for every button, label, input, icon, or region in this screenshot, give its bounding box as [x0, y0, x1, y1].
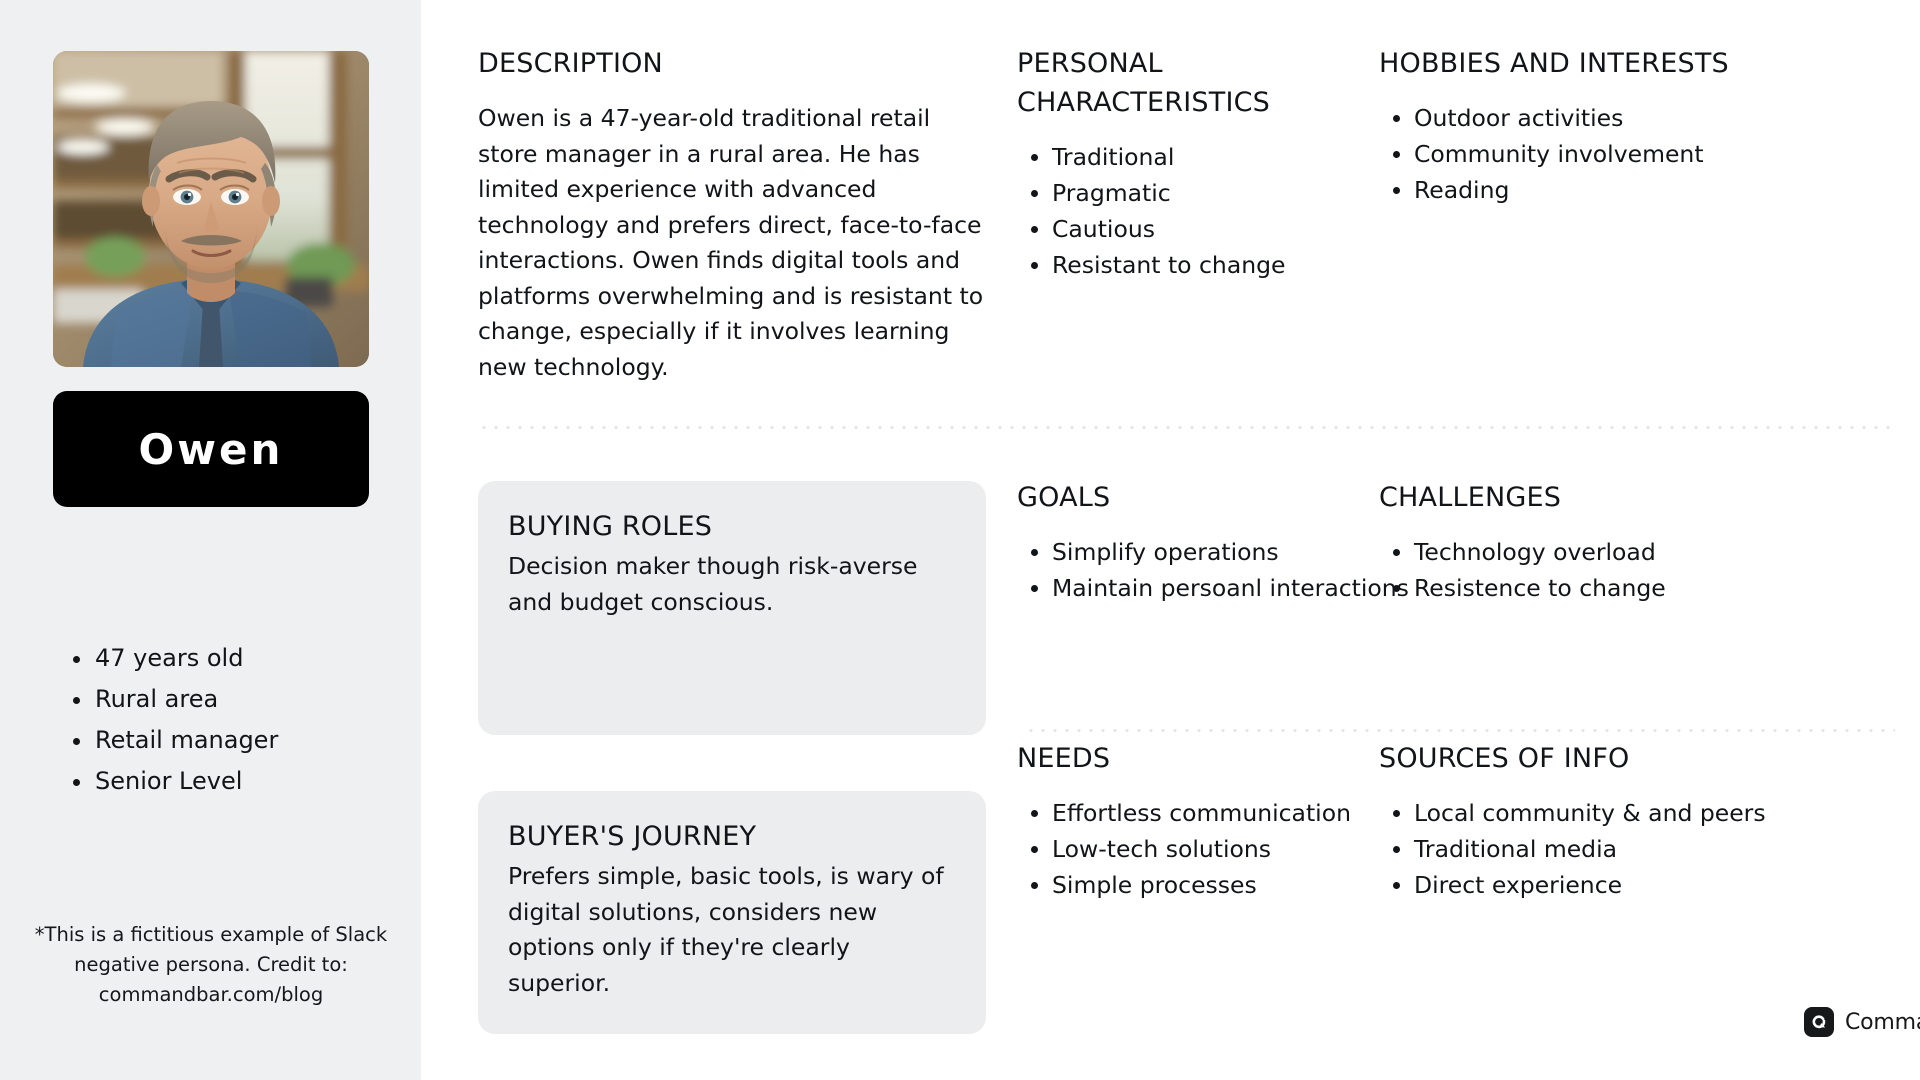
list-item: Senior Level	[62, 761, 392, 802]
section-title: BUYING ROLES	[508, 511, 713, 542]
section-title: HOBBIES AND INTERESTS	[1379, 48, 1729, 79]
list-item: Pragmatic	[1017, 175, 1407, 211]
list-item: Community involvement	[1379, 136, 1849, 172]
persona-infographic: Owen 47 years old Rural area Retail mana…	[0, 0, 1920, 1080]
persona-facts-list: 47 years old Rural area Retail manager S…	[62, 638, 392, 802]
sources-of-info-list: Local community & and peers Traditional …	[1379, 795, 1849, 903]
list-item: Outdoor activities	[1379, 100, 1849, 136]
section-needs: NEEDS Effortless communication Low-tech …	[1017, 739, 1437, 903]
list-item: Rural area	[62, 679, 392, 720]
list-item: Local community & and peers	[1379, 795, 1849, 831]
section-divider-top	[478, 426, 1895, 429]
section-sources-of-info: SOURCES OF INFO Local community & and pe…	[1379, 739, 1849, 903]
section-personal-characteristics: PERSONAL CHARACTERISTICS Traditional Pra…	[1017, 44, 1407, 283]
section-title: SOURCES OF INFO	[1379, 743, 1630, 774]
persona-name-card: Owen	[53, 391, 369, 507]
description-text: Owen is a 47-year-old traditional retail…	[478, 104, 984, 381]
section-challenges: CHALLENGES Technology overload Resistenc…	[1379, 478, 1829, 606]
persona-portrait-photo	[53, 51, 369, 367]
list-item: Traditional	[1017, 139, 1407, 175]
list-item: Traditional media	[1379, 831, 1849, 867]
commandbar-wordmark: CommandBar	[1845, 1009, 1920, 1035]
list-item: Low-tech solutions	[1017, 831, 1437, 867]
section-title: PERSONAL CHARACTERISTICS	[1017, 48, 1271, 118]
persona-name: Owen	[138, 424, 284, 474]
list-item: Direct experience	[1379, 867, 1849, 903]
persona-sidebar: Owen 47 years old Rural area Retail mana…	[0, 0, 421, 1080]
card-buyers-journey: BUYER'S JOURNEY Prefers simple, basic to…	[478, 791, 986, 1034]
buying-roles-text: Decision maker though risk-averse and bu…	[508, 552, 918, 616]
section-divider-bottom	[1025, 729, 1895, 732]
section-description: DESCRIPTION Owen is a 47-year-old tradit…	[478, 44, 988, 385]
card-buying-roles: BUYING ROLES Decision maker though risk-…	[478, 481, 986, 735]
list-item: Maintain persoanl interactions	[1017, 570, 1437, 606]
needs-list: Effortless communication Low-tech soluti…	[1017, 795, 1437, 903]
section-hobbies-and-interests: HOBBIES AND INTERESTS Outdoor activities…	[1379, 44, 1849, 208]
list-item: Resistence to change	[1379, 570, 1829, 606]
section-title: NEEDS	[1017, 743, 1111, 774]
list-item: Effortless communication	[1017, 795, 1437, 831]
section-title: BUYER'S JOURNEY	[508, 821, 757, 852]
challenges-list: Technology overload Resistence to change	[1379, 534, 1829, 606]
commandbar-c-icon	[1804, 1007, 1834, 1037]
main-content: DESCRIPTION Owen is a 47-year-old tradit…	[421, 0, 1920, 1080]
section-title: CHALLENGES	[1379, 482, 1562, 513]
section-title: GOALS	[1017, 482, 1111, 513]
list-item: Simplify operations	[1017, 534, 1437, 570]
commandbar-logo: CommandBar	[1804, 1007, 1920, 1037]
list-item: Resistant to change	[1017, 247, 1407, 283]
list-item: Technology overload	[1379, 534, 1829, 570]
personal-characteristics-list: Traditional Pragmatic Cautious Resistant…	[1017, 139, 1407, 283]
list-item: Cautious	[1017, 211, 1407, 247]
list-item: Reading	[1379, 172, 1849, 208]
buyers-journey-text: Prefers simple, basic tools, is wary of …	[508, 862, 944, 997]
list-item: Simple processes	[1017, 867, 1437, 903]
credit-footnote: *This is a fictitious example of Slack n…	[34, 923, 388, 1006]
goals-list: Simplify operations Maintain persoanl in…	[1017, 534, 1437, 606]
section-goals: GOALS Simplify operations Maintain perso…	[1017, 478, 1437, 606]
section-title: DESCRIPTION	[478, 48, 663, 79]
hobbies-list: Outdoor activities Community involvement…	[1379, 100, 1849, 208]
list-item: Retail manager	[62, 720, 392, 761]
list-item: 47 years old	[62, 638, 392, 679]
